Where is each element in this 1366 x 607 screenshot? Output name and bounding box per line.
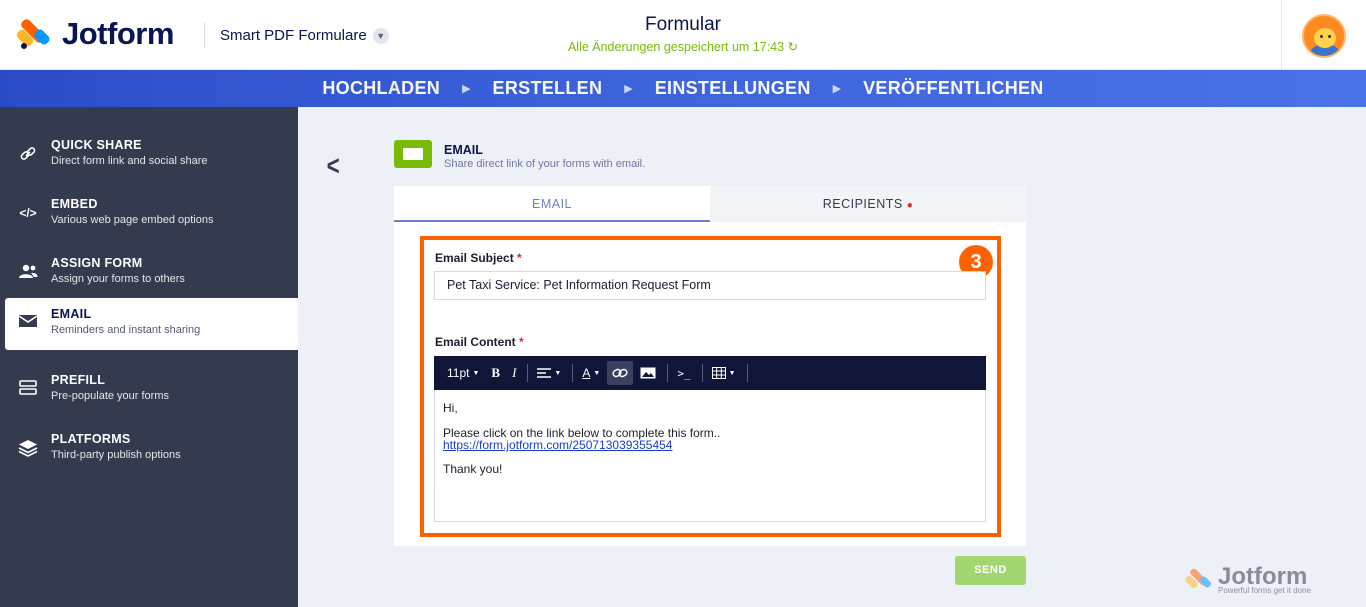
sidebar-item-prefill[interactable]: PREFILL Pre-populate your forms xyxy=(0,364,298,416)
italic-icon[interactable]: I xyxy=(507,361,521,385)
sidebar-item-subtitle: Pre-populate your forms xyxy=(51,390,169,402)
code-icon: </> xyxy=(19,206,37,220)
step-build[interactable]: ERSTELLEN xyxy=(471,78,625,99)
jotform-logo-icon xyxy=(15,17,52,51)
required-mark: * xyxy=(517,251,522,265)
publish-sidebar: QUICK SHARE Direct form link and social … xyxy=(0,107,298,607)
tab-recipients-label: RECIPIENTS xyxy=(822,197,903,211)
toolbar-divider xyxy=(572,364,574,382)
link-icon xyxy=(18,145,38,163)
envelope-icon xyxy=(18,314,38,332)
email-content-editor[interactable]: Hi, Please click on the link below to co… xyxy=(434,390,986,522)
user-avatar[interactable] xyxy=(1302,14,1346,58)
form-type-dropdown[interactable]: Smart PDF Formulare ▼ xyxy=(220,27,389,44)
users-icon xyxy=(18,263,38,281)
content-greeting: Hi, xyxy=(443,401,458,415)
email-subject-input[interactable]: Pet Taxi Service: Pet Information Reques… xyxy=(434,271,986,300)
refresh-icon: ↻ xyxy=(787,40,799,54)
tab-email[interactable]: EMAIL xyxy=(394,186,710,222)
save-status-text: Alle Änderungen gespeichert um 17:43 xyxy=(567,40,785,54)
font-size-dropdown[interactable]: 11pt ▼ xyxy=(442,361,484,385)
jotform-logo[interactable]: Jotform xyxy=(15,16,174,52)
email-subject-label: Email Subject * xyxy=(435,251,522,265)
content-closing: Thank you! xyxy=(443,462,503,476)
form-link[interactable]: https://form.jotform.com/250713039355454 xyxy=(443,438,672,452)
toolbar-divider xyxy=(527,364,529,382)
step-arrow-icon: ▶ xyxy=(462,83,471,95)
text-color-icon[interactable]: A ▼ xyxy=(577,361,605,385)
step-upload[interactable]: HOCHLADEN xyxy=(300,78,462,99)
step-publish[interactable]: VERÖFFENTLICHEN xyxy=(841,78,1066,99)
toolbar-divider xyxy=(667,364,669,382)
panel-subtitle: Share direct link of your forms with ema… xyxy=(444,158,646,170)
top-header: Jotform Smart PDF Formulare ▼ Formular A… xyxy=(0,0,1366,70)
font-size-value: 11pt xyxy=(447,366,470,380)
sidebar-item-title: ASSIGN FORM xyxy=(51,256,143,270)
sidebar-item-email[interactable]: EMAIL Reminders and instant sharing xyxy=(5,298,298,350)
prefill-icon xyxy=(18,380,38,398)
step-arrow-icon: ▶ xyxy=(832,83,842,95)
code-icon[interactable]: >_ xyxy=(672,361,695,385)
back-chevron-icon[interactable]: < xyxy=(327,150,340,182)
align-icon[interactable]: ▼ xyxy=(532,361,566,385)
sidebar-item-subtitle: Reminders and instant sharing xyxy=(51,324,201,336)
sidebar-item-title: PREFILL xyxy=(51,373,106,387)
watermark-tagline: Powerful forms get it done xyxy=(1218,586,1311,595)
table-icon[interactable]: ▼ xyxy=(707,361,741,385)
wizard-steps-bar: HOCHLADEN ▶ ERSTELLEN ▶ EINSTELLUNGEN ▶ … xyxy=(0,70,1366,107)
sidebar-item-quick-share[interactable]: QUICK SHARE Direct form link and social … xyxy=(0,129,298,181)
sidebar-item-subtitle: Third-party publish options xyxy=(51,449,181,461)
toolbar-divider xyxy=(746,364,748,382)
email-content-label-text: Email Content xyxy=(435,335,516,349)
toolbar-divider xyxy=(701,364,703,382)
sidebar-item-embed[interactable]: </> EMBED Various web page embed options xyxy=(0,188,298,240)
send-button[interactable]: SEND xyxy=(955,556,1026,585)
sidebar-item-title: EMBED xyxy=(51,197,98,211)
required-mark: * xyxy=(519,335,524,349)
sidebar-item-title: EMAIL xyxy=(51,307,92,321)
editor-toolbar: 11pt ▼ B I ▼ A ▼ >_ ▼ xyxy=(434,356,986,390)
sidebar-item-subtitle: Direct form link and social share xyxy=(51,155,208,167)
email-content-label: Email Content * xyxy=(435,335,524,349)
email-subject-label-text: Email Subject xyxy=(435,251,514,265)
layers-icon xyxy=(18,439,38,457)
chevron-down-icon: ▼ xyxy=(372,27,389,44)
panel-title: EMAIL xyxy=(444,143,483,157)
email-panel-icon xyxy=(394,140,432,168)
image-icon[interactable] xyxy=(635,361,661,385)
tab-recipients[interactable]: RECIPIENTS ● xyxy=(710,186,1026,222)
sidebar-item-assign-form[interactable]: ASSIGN FORM Assign your forms to others xyxy=(0,247,298,299)
brand-name: Jotform xyxy=(62,16,174,51)
header-separator xyxy=(1281,0,1282,70)
email-tabs: EMAIL RECIPIENTS ● xyxy=(394,186,1026,222)
tab-email-label: EMAIL xyxy=(531,197,572,211)
form-type-label: Smart PDF Formulare xyxy=(220,27,367,44)
link-icon[interactable] xyxy=(607,361,634,385)
header-divider xyxy=(204,22,205,48)
sidebar-item-platforms[interactable]: PLATFORMS Third-party publish options xyxy=(0,423,298,475)
required-dot-icon: ● xyxy=(906,200,914,211)
sidebar-item-subtitle: Assign your forms to others xyxy=(51,273,185,285)
step-settings[interactable]: EINSTELLUNGEN xyxy=(633,78,833,99)
step-arrow-icon: ▶ xyxy=(624,83,633,95)
jotform-watermark-icon xyxy=(1184,567,1213,591)
sidebar-item-title: PLATFORMS xyxy=(51,432,131,446)
bold-icon[interactable]: B xyxy=(486,361,505,385)
sidebar-item-subtitle: Various web page embed options xyxy=(51,214,214,226)
sidebar-item-title: QUICK SHARE xyxy=(51,138,142,152)
